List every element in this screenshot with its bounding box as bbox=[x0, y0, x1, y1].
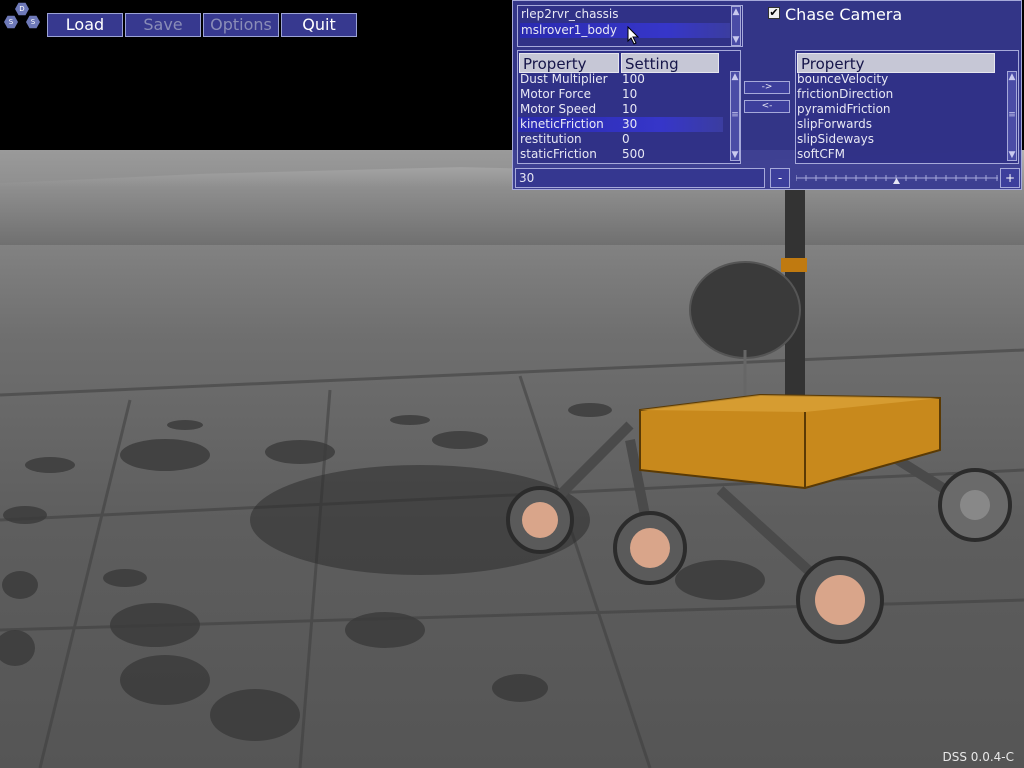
rover-wheels bbox=[506, 468, 1012, 644]
table-row-setting[interactable]: 10 bbox=[622, 102, 637, 117]
crater bbox=[120, 439, 210, 471]
main-toolbar: Load Save Options Quit bbox=[47, 13, 357, 37]
load-button[interactable]: Load bbox=[47, 13, 123, 37]
mast-band bbox=[781, 258, 807, 272]
crater bbox=[110, 603, 200, 647]
available-property-list: Property bounceVelocity frictionDirectio… bbox=[795, 50, 1019, 164]
crater bbox=[265, 440, 335, 464]
logo-hex-d: D bbox=[15, 2, 29, 16]
save-button[interactable]: Save bbox=[125, 13, 201, 37]
column-header-setting[interactable]: Setting bbox=[621, 53, 719, 73]
scroll-thumb[interactable]: ≡ bbox=[1008, 110, 1016, 120]
decrement-button[interactable]: - bbox=[770, 168, 790, 188]
increment-button[interactable]: + bbox=[1000, 168, 1020, 188]
object-list-scrollbar[interactable]: ▲ ▼ bbox=[731, 6, 741, 46]
mouse-cursor-icon bbox=[627, 26, 640, 45]
crater bbox=[3, 506, 47, 524]
crater bbox=[103, 569, 147, 587]
crater bbox=[432, 431, 488, 449]
options-button[interactable]: Options bbox=[203, 13, 279, 37]
scroll-thumb[interactable]: ≡ bbox=[731, 110, 739, 120]
crater bbox=[675, 560, 765, 600]
list-item[interactable]: pyramidFriction bbox=[797, 102, 891, 117]
property-table-scrollbar[interactable]: ▲ ≡ ▼ bbox=[730, 71, 740, 161]
check-icon: ✔ bbox=[769, 6, 779, 19]
crater bbox=[390, 415, 430, 425]
version-label: DSS 0.0.4-C bbox=[942, 750, 1014, 764]
crater bbox=[0, 630, 35, 666]
object-list-item-selected[interactable]: mslrover1_body bbox=[520, 23, 730, 38]
crater bbox=[25, 457, 75, 473]
crater bbox=[492, 674, 548, 702]
property-setting-table: Property Setting Dust Multiplier 100 Mot… bbox=[517, 50, 741, 164]
value-slider[interactable] bbox=[796, 171, 998, 185]
scroll-down-icon[interactable]: ▼ bbox=[1008, 150, 1016, 160]
crater bbox=[345, 612, 425, 648]
table-row-setting-selected[interactable]: 30 bbox=[622, 117, 637, 132]
scroll-up-icon[interactable]: ▲ bbox=[732, 7, 740, 17]
crater bbox=[210, 689, 300, 741]
crater bbox=[568, 403, 612, 417]
slider-thumb-icon bbox=[893, 178, 900, 184]
table-row-setting[interactable]: 100 bbox=[622, 72, 645, 87]
column-header-property[interactable]: Property bbox=[519, 53, 619, 73]
table-row-property-selected[interactable]: kineticFriction bbox=[520, 117, 604, 132]
scroll-up-icon[interactable]: ▲ bbox=[1008, 72, 1016, 82]
chase-camera-checkbox[interactable]: ✔ bbox=[768, 7, 780, 19]
high-gain-antenna bbox=[689, 261, 801, 359]
column-header-property[interactable]: Property bbox=[797, 53, 995, 73]
remove-property-button[interactable]: <- bbox=[744, 100, 790, 113]
add-property-button[interactable]: -> bbox=[744, 81, 790, 94]
crater bbox=[120, 655, 210, 705]
dss-logo: D S S bbox=[2, 2, 42, 32]
scroll-down-icon[interactable]: ▼ bbox=[731, 150, 739, 160]
quit-button[interactable]: Quit bbox=[281, 13, 357, 37]
value-input[interactable]: 30 bbox=[515, 168, 765, 188]
list-item[interactable]: softCFM bbox=[797, 147, 845, 162]
table-row-property[interactable]: staticFriction bbox=[520, 147, 597, 162]
table-row-setting[interactable]: 0 bbox=[622, 132, 630, 147]
scroll-down-icon[interactable]: ▼ bbox=[732, 35, 740, 45]
list-item[interactable]: slipSideways bbox=[797, 132, 874, 147]
scroll-up-icon[interactable]: ▲ bbox=[731, 72, 739, 82]
list-item[interactable]: frictionDirection bbox=[797, 87, 893, 102]
property-list-scrollbar[interactable]: ▲ ≡ ▼ bbox=[1007, 71, 1017, 161]
table-row-setting[interactable]: 500 bbox=[622, 147, 645, 162]
crater bbox=[167, 420, 203, 430]
property-panel: rlep2rvr_chassis mslrover1_body ▲ ▼ ✔ Ch… bbox=[512, 0, 1022, 190]
object-list-item[interactable]: rlep2rvr_chassis bbox=[521, 7, 619, 22]
list-item[interactable]: bounceVelocity bbox=[797, 72, 888, 87]
chase-camera-label: Chase Camera bbox=[785, 5, 903, 24]
table-row-property[interactable]: restitution bbox=[520, 132, 582, 147]
table-row-property[interactable]: Motor Speed bbox=[520, 102, 596, 117]
logo-hex-s2: S bbox=[26, 15, 40, 29]
crater bbox=[2, 571, 38, 599]
table-row-setting[interactable]: 10 bbox=[622, 87, 637, 102]
table-row-property[interactable]: Dust Multiplier bbox=[520, 72, 608, 87]
logo-hex-s1: S bbox=[4, 15, 18, 29]
list-item[interactable]: slipForwards bbox=[797, 117, 872, 132]
table-row-property[interactable]: Motor Force bbox=[520, 87, 591, 102]
